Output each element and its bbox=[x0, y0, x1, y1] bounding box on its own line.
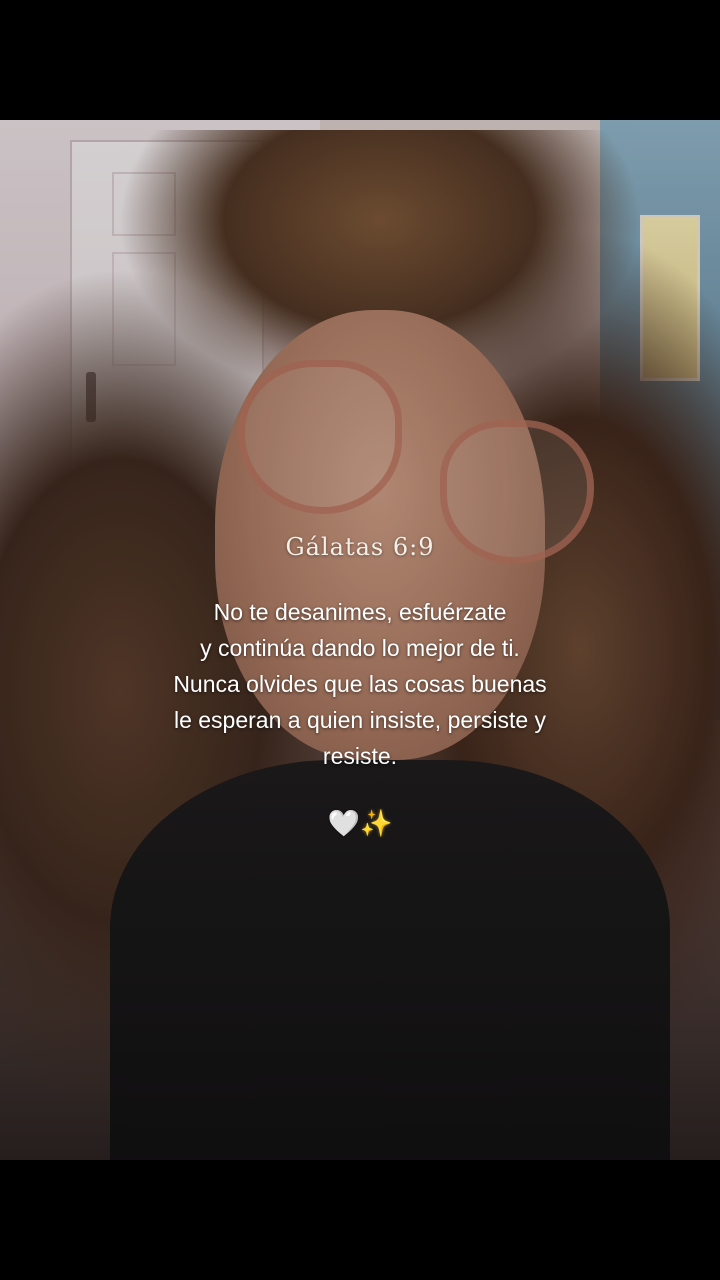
selfie-photo bbox=[0, 120, 720, 1160]
